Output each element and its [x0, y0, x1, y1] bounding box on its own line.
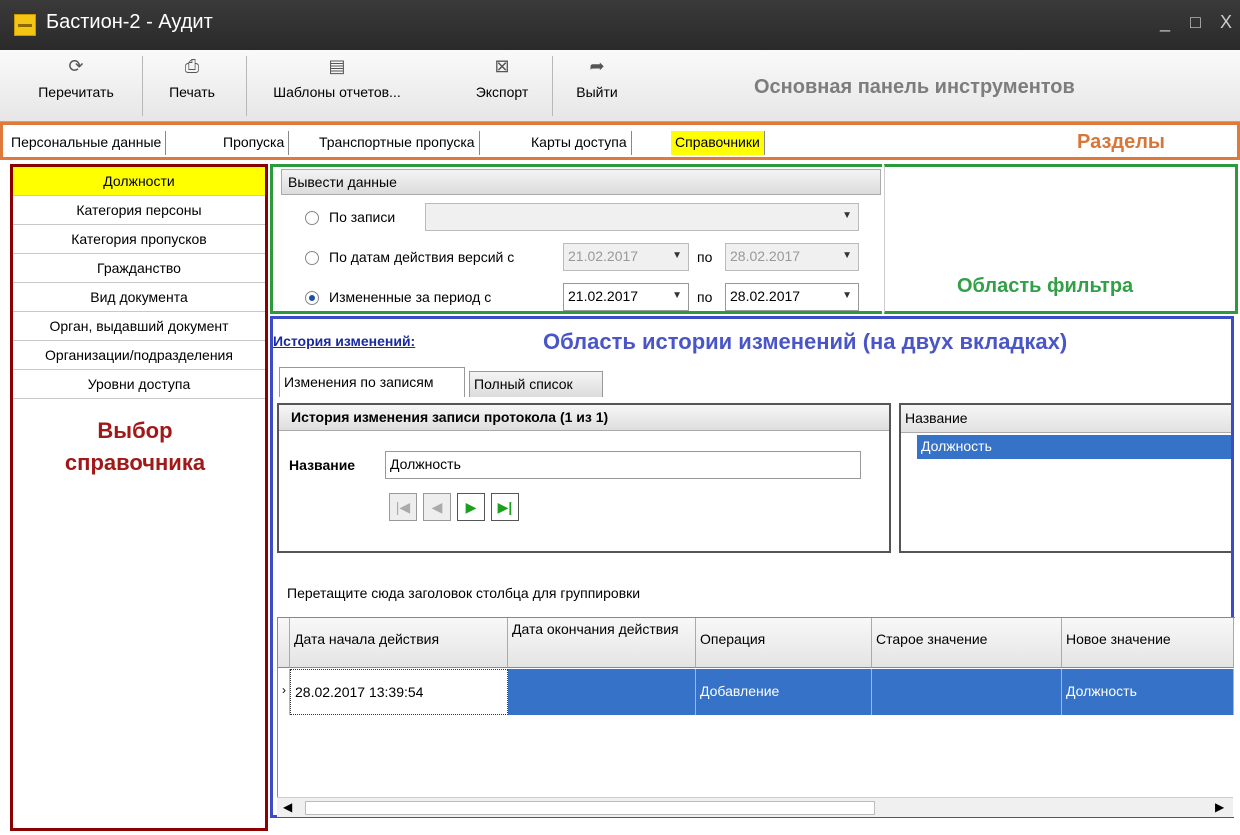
first-record-button[interactable]: |◀	[389, 493, 417, 521]
directory-item-issuing-authority[interactable]: Орган, выдавший документ	[13, 312, 265, 341]
first-icon: |◀	[395, 499, 411, 515]
export-icon: ⊠	[494, 56, 510, 76]
tab-changes-by-records[interactable]: Изменения по записям	[279, 367, 465, 397]
filter-area-right: Область фильтра	[884, 164, 1238, 314]
directory-item-positions[interactable]: Должности	[13, 167, 265, 196]
row-indicator: ›	[278, 669, 290, 715]
directory-item-access-levels[interactable]: Уровни доступа	[13, 370, 265, 399]
previous-icon: ◀	[431, 499, 443, 515]
changed-period-label: Измененные за период с	[329, 289, 492, 305]
last-icon: ▶|	[497, 499, 513, 515]
column-start-date[interactable]: Дата начала действия	[290, 618, 508, 668]
sections-caption: Разделы	[1077, 131, 1165, 153]
exit-icon: ➦	[589, 56, 605, 76]
cell-operation[interactable]: Добавление	[696, 669, 872, 715]
section-tab-access-cards[interactable]: Карты доступа	[527, 131, 632, 155]
scroll-left-icon[interactable]: ◀	[283, 800, 292, 814]
app-icon	[14, 14, 36, 36]
directory-list: Должности Категория персоны Категория пр…	[10, 164, 268, 831]
by-dates-from-combo[interactable]: 21.02.2017 ▼	[563, 243, 689, 271]
changed-period-radio[interactable]	[305, 291, 319, 305]
to-label: по	[697, 289, 713, 305]
record-history-panel: История изменения записи протокола (1 из…	[277, 403, 891, 553]
record-history-header: История изменения записи протокола (1 из…	[279, 405, 889, 431]
next-record-button[interactable]: ▶	[457, 493, 485, 521]
close-button[interactable]: X	[1220, 12, 1232, 33]
names-grid-row[interactable]: Должность	[917, 435, 1231, 459]
chevron-down-icon: ▼	[672, 250, 682, 261]
by-dates-radio[interactable]	[305, 251, 319, 265]
print-button[interactable]: ⎙ Печать	[152, 56, 232, 116]
main-toolbar: ⟳ Перечитать ⎙ Печать ▤ Шаблоны отчетов.…	[0, 50, 1240, 122]
cell-start-date[interactable]: 28.02.2017 13:39:54	[290, 669, 508, 715]
sections-bar: Персональные данные Пропуска Транспортны…	[0, 122, 1240, 160]
column-end-date[interactable]: Дата окончания действия	[508, 618, 696, 668]
cell-new-value[interactable]: Должность	[1062, 669, 1234, 715]
cell-old-value[interactable]	[872, 669, 1062, 715]
changed-to-combo[interactable]: 28.02.2017 ▼	[725, 283, 859, 311]
by-record-combo[interactable]: ▼	[425, 203, 859, 231]
section-tab-transport-passes[interactable]: Транспортные пропуска	[315, 131, 480, 155]
section-tab-passes[interactable]: Пропуска	[219, 131, 290, 155]
title-bar: Бастион-2 - Аудит _ □ X	[0, 0, 1240, 50]
column-new-value[interactable]: Новое значение	[1062, 618, 1234, 668]
to-label: по	[697, 249, 713, 265]
group-hint: Перетащите сюда заголовок столбца для гр…	[287, 585, 641, 601]
column-operation[interactable]: Операция	[696, 618, 872, 668]
toolbar-separator	[246, 56, 247, 116]
export-button[interactable]: ⊠ Экспорт	[462, 56, 542, 116]
section-tab-personal[interactable]: Персональные данные	[7, 131, 167, 155]
names-grid: Название Должность	[899, 403, 1231, 553]
minimize-button[interactable]: _	[1160, 12, 1170, 33]
previous-record-button[interactable]: ◀	[423, 493, 451, 521]
toolbar-caption: Основная панель инструментов	[754, 76, 1075, 98]
row-indicator-header	[278, 618, 290, 668]
scrollbar-thumb[interactable]	[305, 801, 875, 815]
window-title: Бастион-2 - Аудит	[46, 11, 213, 33]
next-icon: ▶	[465, 499, 477, 515]
filter-header: Вывести данные	[281, 169, 881, 195]
refresh-icon: ⟳	[68, 56, 84, 76]
chevron-down-icon: ▼	[842, 250, 852, 261]
report-templates-button[interactable]: ▤ Шаблоны отчетов...	[262, 56, 412, 116]
last-record-button[interactable]: ▶|	[491, 493, 519, 521]
directory-item-citizenship[interactable]: Гражданство	[13, 254, 265, 283]
names-grid-header[interactable]: Название	[901, 405, 1231, 433]
cell-end-date[interactable]	[508, 669, 696, 715]
history-grid: Дата начала действия Дата окончания дейс…	[277, 617, 1235, 817]
directory-caption: Выбор справочника	[64, 418, 206, 475]
filter-area: Вывести данные По записи ▼ По датам дейс…	[270, 164, 882, 314]
by-dates-label: По датам действия версий с	[329, 249, 515, 265]
scroll-right-icon[interactable]: ▶	[1215, 800, 1224, 814]
by-record-label: По записи	[329, 209, 396, 225]
column-old-value[interactable]: Старое значение	[872, 618, 1062, 668]
maximize-button[interactable]: □	[1190, 12, 1201, 33]
chevron-down-icon: ▼	[672, 290, 682, 301]
directory-item-organizations[interactable]: Организации/подразделения	[13, 341, 265, 370]
chevron-down-icon: ▼	[842, 290, 852, 301]
name-field[interactable]: Должность	[385, 451, 861, 479]
by-record-radio[interactable]	[305, 211, 319, 225]
toolbar-separator	[552, 56, 553, 116]
history-caption: Область истории изменений (на двух вклад…	[543, 329, 1068, 354]
toolbar-separator	[142, 56, 143, 116]
by-dates-to-combo[interactable]: 28.02.2017 ▼	[725, 243, 859, 271]
section-tab-directories[interactable]: Справочники	[671, 131, 765, 155]
printer-icon: ⎙	[184, 56, 200, 76]
directory-item-person-category[interactable]: Категория персоны	[13, 196, 265, 225]
filter-caption: Область фильтра	[957, 275, 1134, 297]
exit-button[interactable]: ➦ Выйти	[562, 56, 632, 116]
horizontal-scrollbar[interactable]: ◀ ▶	[277, 797, 1233, 817]
name-label: Название	[289, 457, 356, 473]
report-template-icon: ▤	[328, 56, 346, 76]
tab-full-list[interactable]: Полный список	[469, 371, 603, 397]
directory-item-pass-category[interactable]: Категория пропусков	[13, 225, 265, 254]
changed-from-combo[interactable]: 21.02.2017 ▼	[563, 283, 689, 311]
history-area: История изменений: Область истории измен…	[270, 316, 1235, 818]
history-link[interactable]: История изменений:	[273, 333, 415, 349]
chevron-down-icon: ▼	[842, 210, 852, 221]
reread-button[interactable]: ⟳ Перечитать	[22, 56, 130, 116]
directory-item-document-type[interactable]: Вид документа	[13, 283, 265, 312]
